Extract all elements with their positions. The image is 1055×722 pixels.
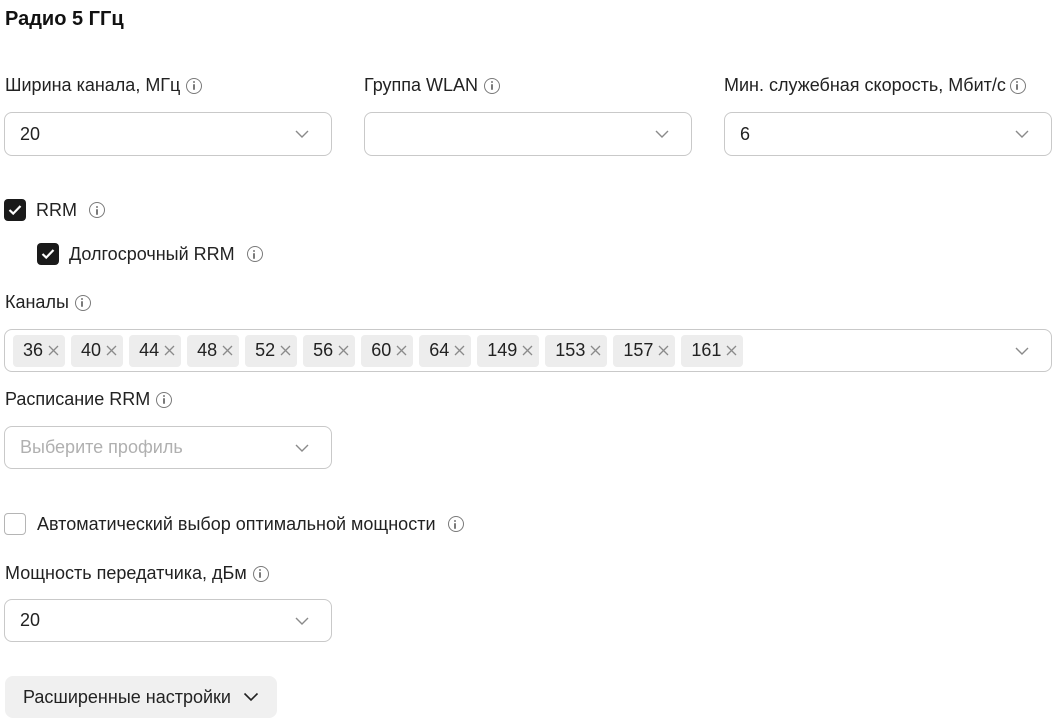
close-icon[interactable] (396, 345, 407, 356)
min-rate-label: Мин. служебная скорость, Мбит/с (724, 75, 1026, 96)
info-icon[interactable] (156, 391, 173, 408)
channel-tag: 157 (613, 334, 676, 367)
channel-tag: 153 (545, 334, 608, 367)
chevron-down-icon (243, 692, 259, 702)
info-icon[interactable] (484, 77, 501, 94)
channel-tag: 52 (245, 334, 298, 367)
channel-tag-label: 64 (429, 340, 450, 360)
channel-tag-label: 157 (623, 340, 654, 360)
chevron-down-icon (1015, 347, 1029, 355)
rrm-checkbox[interactable] (4, 199, 26, 221)
min-rate-select[interactable]: 6 (724, 112, 1052, 156)
close-icon[interactable] (522, 345, 533, 356)
wlan-group-select[interactable] (364, 112, 692, 156)
min-rate-label-text: Мин. служебная скорость, Мбит/с (724, 75, 1006, 95)
wlan-group-label-text: Группа WLAN (364, 75, 479, 95)
channels-label: Каналы (5, 292, 91, 313)
close-icon[interactable] (280, 345, 291, 356)
channel-tag-label: 56 (313, 340, 334, 360)
auto-power-label: Автоматический выбор оптимальной мощност… (37, 513, 436, 534)
rrm-schedule-placeholder: Выберите профиль (20, 437, 183, 457)
close-icon[interactable] (338, 345, 349, 356)
chevron-down-icon (295, 617, 309, 625)
rrm-checkbox-row[interactable]: RRM (4, 199, 105, 221)
long-term-rrm-label: Долгосрочный RRM (69, 243, 235, 264)
channel-width-label: Ширина канала, МГц (5, 75, 203, 96)
channel-tag: 161 (681, 334, 744, 367)
close-icon[interactable] (590, 345, 601, 356)
wlan-group-label: Группа WLAN (364, 75, 501, 96)
channel-tag-label: 44 (139, 340, 160, 360)
channel-tag: 149 (477, 334, 540, 367)
channel-tag: 56 (303, 334, 356, 367)
channel-tag-list: 36 40 44 48 52 56 60 64 149 153 157 161 (9, 334, 1015, 367)
channel-tag-label: 161 (691, 340, 722, 360)
info-icon[interactable] (252, 565, 269, 582)
channel-tag-label: 60 (371, 340, 392, 360)
channel-tag-label: 40 (81, 340, 102, 360)
close-icon[interactable] (48, 345, 59, 356)
rrm-label: RRM (36, 199, 77, 220)
close-icon[interactable] (658, 345, 669, 356)
channel-tag-label: 149 (487, 340, 518, 360)
close-icon[interactable] (164, 345, 175, 356)
close-icon[interactable] (222, 345, 233, 356)
close-icon[interactable] (454, 345, 465, 356)
chevron-down-icon (655, 130, 669, 138)
long-term-rrm-checkbox-row[interactable]: Долгосрочный RRM (37, 243, 263, 265)
auto-power-checkbox-row[interactable]: Автоматический выбор оптимальной мощност… (4, 513, 464, 535)
check-icon (41, 249, 55, 260)
channel-tag: 44 (129, 334, 182, 367)
channel-tag: 64 (419, 334, 472, 367)
close-icon[interactable] (726, 345, 737, 356)
rrm-schedule-label-text: Расписание RRM (5, 389, 151, 409)
chevron-down-icon (295, 444, 309, 452)
section-title: Радио 5 ГГц (5, 8, 124, 30)
rrm-schedule-select[interactable]: Выберите профиль (4, 426, 332, 469)
channel-width-select[interactable]: 20 (4, 112, 332, 156)
channel-width-label-text: Ширина канала, МГц (5, 75, 181, 95)
auto-power-checkbox[interactable] (4, 513, 26, 535)
channel-tag-label: 36 (23, 340, 44, 360)
channels-multiselect[interactable]: 36 40 44 48 52 56 60 64 149 153 157 161 (4, 329, 1052, 372)
tx-power-value: 20 (20, 610, 41, 630)
chevron-down-icon (1015, 130, 1029, 138)
rrm-schedule-label: Расписание RRM (5, 389, 173, 410)
channel-tag: 60 (361, 334, 414, 367)
long-term-rrm-checkbox[interactable] (37, 243, 59, 265)
channel-tag-label: 48 (197, 340, 218, 360)
close-icon[interactable] (106, 345, 117, 356)
info-icon[interactable] (74, 294, 91, 311)
chevron-down-icon (295, 130, 309, 138)
info-icon[interactable] (246, 246, 263, 262)
tx-power-label: Мощность передатчика, дБм (5, 563, 269, 584)
min-rate-value: 6 (740, 123, 751, 144)
channels-label-text: Каналы (5, 292, 69, 312)
check-icon (8, 205, 22, 216)
info-icon[interactable] (89, 202, 105, 218)
advanced-settings-label: Расширенные настройки (23, 686, 231, 707)
channel-tag: 48 (187, 334, 240, 367)
info-icon[interactable] (186, 77, 203, 94)
info-icon[interactable] (1009, 77, 1026, 94)
advanced-settings-button[interactable]: Расширенные настройки (5, 676, 277, 718)
channel-tag: 36 (13, 334, 66, 367)
channel-width-value: 20 (20, 123, 41, 144)
tx-power-label-text: Мощность передатчика, дБм (5, 563, 247, 583)
info-icon[interactable] (447, 516, 464, 532)
tx-power-select[interactable]: 20 (4, 599, 332, 642)
channel-tag-label: 52 (255, 340, 276, 360)
channel-tag-label: 153 (555, 340, 586, 360)
channel-tag: 40 (71, 334, 124, 367)
